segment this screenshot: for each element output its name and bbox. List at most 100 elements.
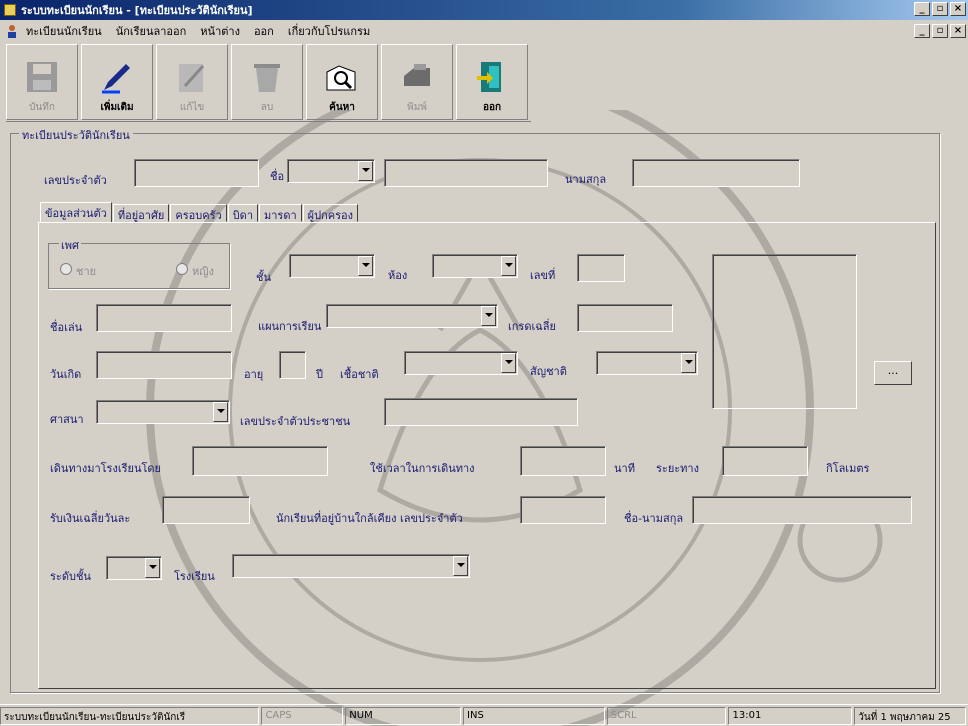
student-id-label: เลขประจำตัว xyxy=(44,174,107,187)
male-radio[interactable] xyxy=(60,263,72,275)
tab-personal[interactable]: ข้อมูลส่วนตัว xyxy=(40,202,112,223)
nickname-field[interactable] xyxy=(96,304,232,332)
class-select[interactable] xyxy=(289,254,375,278)
last-name-field[interactable] xyxy=(632,159,800,187)
browse-photo-button[interactable]: ... xyxy=(874,361,912,385)
chevron-down-icon[interactable] xyxy=(481,306,496,326)
tab-strip: ข้อมูลส่วนตัว ที่อยู่อาศัย ครอบครัว บิดา… xyxy=(40,202,359,223)
save-button[interactable]: บันทึก xyxy=(6,44,78,120)
tab-address[interactable]: ที่อยู่อาศัย xyxy=(112,204,170,222)
child-close-button[interactable]: × xyxy=(950,24,966,38)
male-label: ชาย xyxy=(76,265,97,278)
menu-about[interactable]: เกี่ยวกับโปรแกรม xyxy=(288,22,370,40)
neighbor-id-field[interactable] xyxy=(520,496,606,524)
pen-icon xyxy=(102,64,130,94)
nationality-select[interactable] xyxy=(596,351,698,375)
km-label: กิโลเมตร xyxy=(826,462,870,475)
status-num: NUM xyxy=(345,706,462,725)
tab-guardian[interactable]: ผู้ปกครอง xyxy=(302,204,358,222)
delete-button[interactable]: ลบ xyxy=(231,44,303,120)
chevron-down-icon[interactable] xyxy=(681,353,696,373)
age-label: อายุ xyxy=(244,368,264,381)
chevron-down-icon[interactable] xyxy=(358,161,373,181)
menu-student-register[interactable]: ทะเบียนนักเรียน xyxy=(26,22,102,40)
neighbor-name-field[interactable] xyxy=(692,496,912,524)
close-button[interactable]: × xyxy=(950,2,966,16)
trash-icon xyxy=(254,64,280,92)
neighbor-name-label: ชื่อ-นามสกุล xyxy=(624,512,684,525)
minimize-button[interactable]: _ xyxy=(914,2,930,16)
room-label: ห้อง xyxy=(388,269,408,282)
nickname-label: ชื่อเล่น xyxy=(50,321,83,334)
title-bar: ระบบทะเบียนนักเรียน - [ทะเบียนประวัตินัก… xyxy=(0,0,968,20)
chevron-down-icon[interactable] xyxy=(358,256,373,276)
student-id-field[interactable] xyxy=(134,159,259,187)
chevron-down-icon[interactable] xyxy=(501,353,516,373)
age-field[interactable] xyxy=(279,351,306,379)
student-photo xyxy=(712,254,857,409)
edit-page-icon xyxy=(179,64,205,92)
status-date: วันที่ 1 พฤษภาคม 25 xyxy=(854,706,966,725)
distance-label: ระยะทาง xyxy=(656,462,699,475)
nationality-label: สัญชาติ xyxy=(530,365,567,378)
exit-button[interactable]: ออก xyxy=(456,44,528,120)
menu-window[interactable]: หน้าต่าง xyxy=(200,22,240,40)
allowance-field[interactable] xyxy=(162,496,250,524)
tab-family[interactable]: ครอบครัว xyxy=(170,204,227,222)
level-select[interactable] xyxy=(106,556,162,580)
school-label: โรงเรียน xyxy=(174,570,215,583)
child-minimize-button[interactable]: _ xyxy=(914,24,930,38)
tab-mother[interactable]: มารดา xyxy=(259,204,302,222)
travel-method-field[interactable] xyxy=(192,446,328,476)
menu-exit[interactable]: ออก xyxy=(254,22,274,40)
class-label: ชั้น xyxy=(256,271,271,284)
status-app: ระบบทะเบียนนักเรียน-ทะเบียนประวัตินักเรี xyxy=(0,706,260,725)
chevron-down-icon[interactable] xyxy=(453,556,468,576)
female-label: หญิง xyxy=(192,265,214,278)
title-prefix-select[interactable] xyxy=(287,159,375,183)
chevron-down-icon[interactable] xyxy=(213,402,228,422)
chevron-down-icon[interactable] xyxy=(145,558,160,578)
status-bar: ระบบทะเบียนนักเรียน-ทะเบียนประวัตินักเรี… xyxy=(0,704,968,726)
floppy-disk-icon xyxy=(27,62,57,92)
user-icon xyxy=(8,25,16,38)
status-time: 13:01 xyxy=(728,706,853,725)
female-radio[interactable] xyxy=(176,263,188,275)
religion-label: ศาสนา xyxy=(50,413,84,426)
add-button[interactable]: เพิ่มเติม xyxy=(81,44,153,120)
gender-label: เพศ xyxy=(59,236,81,254)
search-folder-icon xyxy=(326,65,356,91)
group-title: ทะเบียนประวัตินักเรียน xyxy=(19,126,133,144)
tab-father[interactable]: บิดา xyxy=(227,204,258,222)
number-field[interactable] xyxy=(577,254,625,282)
app-icon xyxy=(4,4,16,16)
first-name-field[interactable] xyxy=(384,159,548,187)
school-select[interactable] xyxy=(232,554,470,578)
number-label: เลขที่ xyxy=(530,269,556,282)
citizen-id-field[interactable] xyxy=(384,398,578,426)
last-name-label: นามสกุล xyxy=(565,173,607,186)
print-button[interactable]: พิมพ์ xyxy=(381,44,453,120)
maximize-button[interactable]: ▫ xyxy=(932,2,948,16)
study-plan-select[interactable] xyxy=(326,304,498,328)
travel-time-field[interactable] xyxy=(520,446,606,476)
menu-bar: ทะเบียนนักเรียน นักเรียนลาออก หน้าต่าง อ… xyxy=(0,21,968,41)
minutes-label: นาที xyxy=(614,462,635,475)
race-label: เชื้อชาติ xyxy=(340,368,379,381)
menu-student-resign[interactable]: นักเรียนลาออก xyxy=(116,22,187,40)
edit-button[interactable]: แก้ไข xyxy=(156,44,228,120)
child-restore-button[interactable]: ▫ xyxy=(932,24,948,38)
allowance-label: รับเงินเฉลี่ยวันละ xyxy=(50,512,131,525)
religion-select[interactable] xyxy=(96,400,230,424)
chevron-down-icon[interactable] xyxy=(501,256,516,276)
printer-icon xyxy=(404,64,430,86)
year-label: ปี xyxy=(316,368,323,381)
status-caps: CAPS xyxy=(261,706,344,725)
gpa-field[interactable] xyxy=(577,304,673,332)
room-select[interactable] xyxy=(432,254,518,278)
race-select[interactable] xyxy=(404,351,518,375)
birth-date-field[interactable] xyxy=(96,351,232,379)
search-button[interactable]: ค้นหา xyxy=(306,44,378,120)
travel-time-label: ใช้เวลาในการเดินทาง xyxy=(370,462,475,475)
distance-field[interactable] xyxy=(722,446,808,476)
